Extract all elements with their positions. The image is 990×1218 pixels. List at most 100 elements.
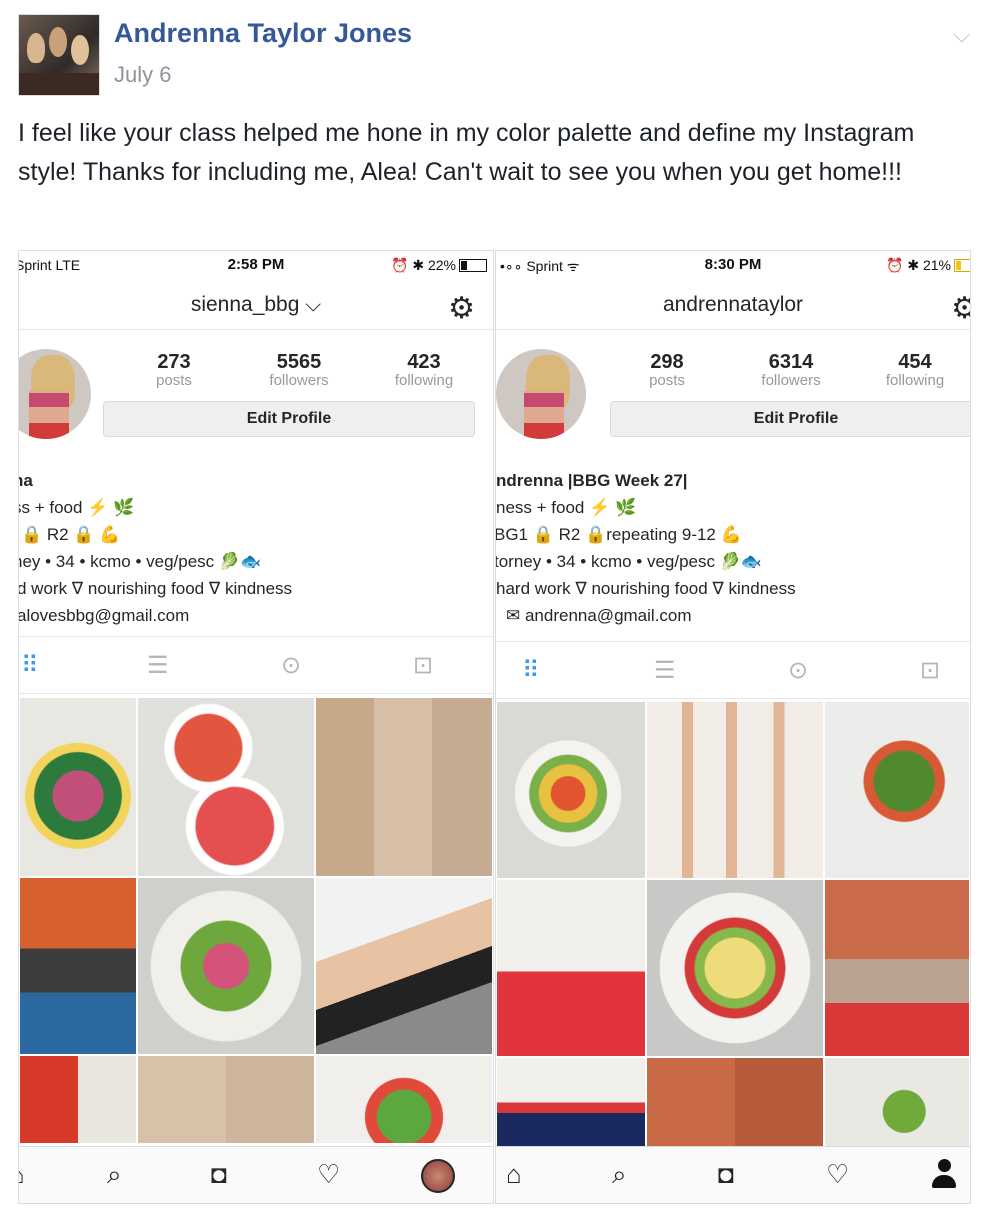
location-pin-icon[interactable]: ⊙ [788, 656, 808, 685]
search-icon[interactable]: ⌕ [107, 1159, 122, 1191]
photo-thumb[interactable] [646, 1057, 824, 1148]
photo-thumb[interactable] [496, 879, 646, 1057]
photo-grid [496, 701, 970, 1148]
status-bar: •∘∘ Sprint ᯤ 8:30 PM ⏰ ✱ 21% [496, 251, 970, 279]
list-icon[interactable]: ☰ [147, 651, 169, 680]
camera-icon[interactable]: ◘ [718, 1159, 734, 1190]
profile-icon[interactable] [421, 1159, 455, 1193]
profile-bio: ndrenna |BBG Week 27| ness + food ⚡ 🌿 BG… [495, 467, 970, 629]
photo-thumb[interactable] [496, 1057, 646, 1148]
home-icon[interactable]: ⌂ [506, 1159, 522, 1190]
followers-label: followers [269, 372, 329, 389]
edit-profile-button[interactable]: Edit Profile [103, 401, 475, 437]
profile-navbar: sienna_bbg ⌵ ⚙ [19, 285, 493, 330]
photo-thumb[interactable] [19, 877, 137, 1055]
bio-line: ss + food ⚡ 🌿 [18, 498, 135, 517]
photo-thumb[interactable] [137, 877, 315, 1055]
profile-bio: na ss + food ⚡ 🌿 🔒 R2 🔒 💪 ney • 34 • kcm… [18, 467, 493, 629]
following-count: 423 [407, 351, 441, 373]
bio-line: BG1 🔒 R2 🔒repeating 9-12 💪 [495, 525, 742, 544]
battery-status: ⏰ ✱ 22% [391, 257, 487, 274]
photo-thumb[interactable] [137, 697, 315, 877]
profile-picture[interactable] [496, 349, 586, 439]
post-date[interactable]: July 6 [114, 62, 171, 88]
username-title[interactable]: sienna_bbg ⌵ [19, 293, 493, 317]
post-text: I feel like your class helped me hone in… [18, 119, 915, 186]
photo-thumb[interactable] [315, 697, 493, 877]
stat-followers[interactable]: 5565 followers [244, 351, 354, 389]
photo-thumb[interactable] [315, 1055, 493, 1144]
profile-stats: 298 posts 6314 followers 454 following [612, 351, 970, 391]
photo-thumb[interactable] [19, 697, 137, 877]
bio-line: ness + food ⚡ 🌿 [496, 498, 637, 517]
bio-line: d work ∇ nourishing food ∇ kindness [18, 579, 293, 598]
following-label: following [394, 372, 454, 389]
photo-thumb[interactable] [646, 879, 824, 1057]
bio-line: torney • 34 • kcmo • veg/pesc 🥬🐟 [495, 552, 763, 571]
home-icon[interactable]: ⌂ [19, 1159, 25, 1190]
grid-icon[interactable]: ⠿ [522, 656, 540, 685]
photo-thumb[interactable] [646, 701, 824, 879]
battery-icon [954, 259, 970, 272]
profile-icon[interactable] [930, 1159, 958, 1189]
followers-count: 5565 [276, 351, 322, 373]
gear-icon[interactable]: ⚙ [448, 291, 475, 326]
stat-following[interactable]: 423 following [369, 351, 479, 389]
author-avatar[interactable] [18, 14, 100, 96]
bio-email[interactable]: ✉ andrenna@gmail.com [506, 602, 970, 629]
stat-following[interactable]: 454 following [860, 351, 970, 389]
list-icon[interactable]: ☰ [654, 656, 676, 685]
gear-icon[interactable]: ⚙ [951, 291, 970, 326]
post-header: Andrenna Taylor Jones July 6 ⌵ [18, 14, 978, 96]
stat-posts[interactable]: 273 posts [119, 351, 229, 389]
photo-grid [19, 697, 493, 1144]
battery-fill [956, 261, 962, 270]
bio-line: 🔒 R2 🔒 💪 [21, 525, 121, 544]
followers-label: followers [761, 372, 821, 389]
profile-tabs: ⠿ ☰ ⊙ ⊡ [496, 641, 970, 699]
posts-count: 298 [650, 351, 684, 373]
status-bar: Sprint LTE 2:58 PM ⏰ ✱ 22% [19, 251, 493, 279]
profile-navbar: andrennataylor ⚙ [496, 285, 970, 330]
photo-thumb[interactable] [315, 877, 493, 1055]
bottom-tab-bar: ⌂ ⌕ ◘ ♡ [496, 1146, 970, 1203]
bio-line: ndrenna |BBG Week 27| [496, 471, 688, 490]
heart-icon[interactable]: ♡ [826, 1159, 849, 1190]
following-count: 454 [898, 351, 932, 373]
battery-status: ⏰ ✱ 21% [886, 257, 970, 274]
photo-thumb[interactable] [824, 1057, 970, 1148]
grid-icon[interactable]: ⠿ [21, 651, 39, 680]
search-icon[interactable]: ⌕ [612, 1159, 627, 1191]
photo-thumb[interactable] [19, 1055, 137, 1144]
bio-line: na [19, 471, 33, 490]
profile-picture[interactable] [19, 349, 91, 439]
instagram-screenshot-1: Sprint LTE 2:58 PM ⏰ ✱ 22% sienna_bbg ⌵ … [18, 250, 494, 1204]
battery-percent: 22% [427, 257, 456, 273]
bio-line: hard work ∇ nourishing food ∇ kindness [496, 579, 796, 598]
battery-fill [461, 261, 467, 270]
camera-icon[interactable]: ◘ [211, 1159, 227, 1190]
tagged-photos-icon[interactable]: ⊡ [920, 656, 940, 685]
chevron-down-icon[interactable]: ⌵ [953, 22, 970, 48]
battery-icon [459, 259, 487, 272]
photo-thumb[interactable] [824, 701, 970, 879]
author-name[interactable]: Andrenna Taylor Jones [114, 18, 412, 49]
tagged-photos-icon[interactable]: ⊡ [413, 651, 433, 680]
heart-icon[interactable]: ♡ [317, 1159, 340, 1190]
posts-label: posts [649, 372, 685, 389]
photo-thumb[interactable] [496, 701, 646, 879]
stat-posts[interactable]: 298 posts [612, 351, 722, 389]
posts-count: 273 [157, 351, 191, 373]
stat-followers[interactable]: 6314 followers [736, 351, 846, 389]
edit-profile-button[interactable]: Edit Profile [610, 401, 970, 437]
profile-tabs: ⠿ ☰ ⊙ ⊡ [19, 636, 493, 694]
photo-thumb[interactable] [137, 1055, 315, 1144]
bio-email[interactable]: alovesbbg@gmail.com [19, 602, 493, 629]
followers-count: 6314 [768, 351, 814, 373]
photo-thumb[interactable] [824, 879, 970, 1057]
bottom-tab-bar: ⌂ ⌕ ◘ ♡ [19, 1146, 493, 1203]
posts-label: posts [156, 372, 192, 389]
username-title[interactable]: andrennataylor [496, 293, 970, 317]
battery-percent: 21% [922, 257, 951, 273]
location-pin-icon[interactable]: ⊙ [281, 651, 301, 680]
